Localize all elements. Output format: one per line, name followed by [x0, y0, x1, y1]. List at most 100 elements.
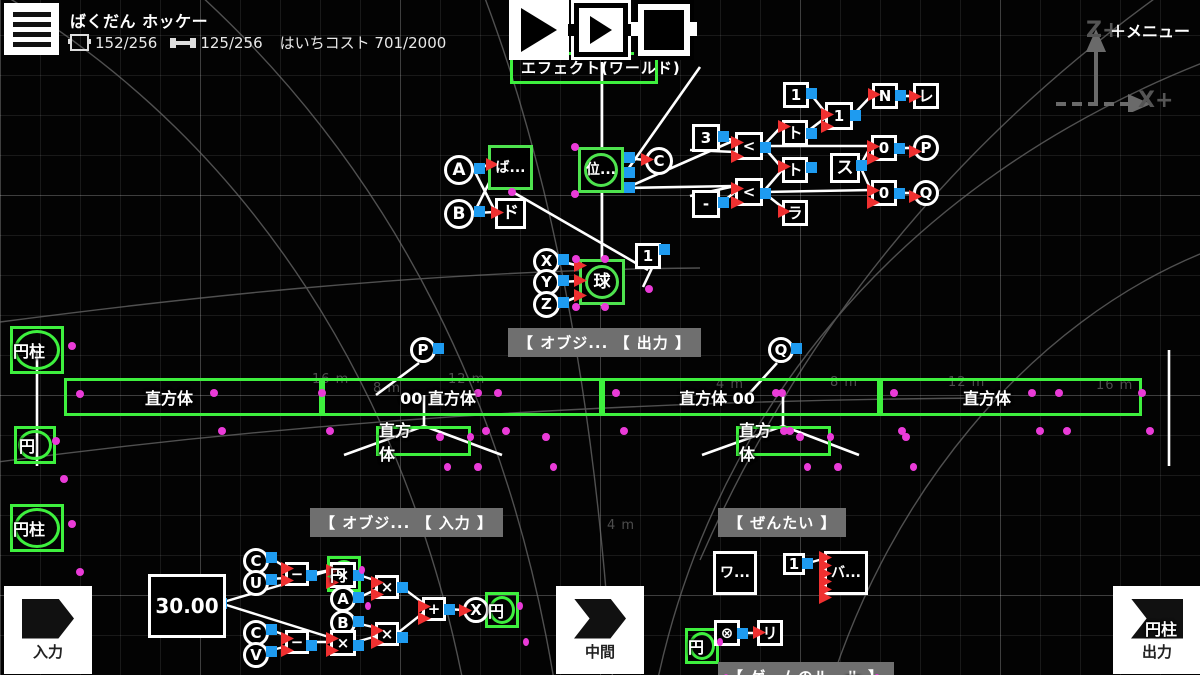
node-output-port[interactable] — [353, 616, 364, 627]
menu-button[interactable]: ＋メニュー — [1110, 18, 1190, 42]
node-output-port[interactable] — [806, 128, 817, 139]
node-output-port[interactable] — [894, 143, 905, 154]
node-pin[interactable] — [601, 303, 609, 311]
node-pin[interactable] — [508, 188, 516, 196]
object-pin[interactable] — [365, 602, 371, 610]
object-pin[interactable] — [318, 389, 326, 397]
graph-node[interactable]: 位... — [578, 147, 624, 193]
node-output-port[interactable] — [659, 244, 670, 255]
node-output-port[interactable] — [266, 624, 277, 635]
node-output-port[interactable] — [266, 552, 277, 563]
graph-node[interactable]: A — [444, 155, 474, 185]
node-output-port[interactable] — [895, 90, 906, 101]
node-output-port[interactable] — [624, 182, 635, 193]
editor-canvas[interactable]: 16 m 12 m8 m4 m8 m 12 m 16 m4 m 円柱 円 円柱 … — [0, 0, 1200, 675]
node-output-port[interactable] — [806, 88, 817, 99]
node-output-port[interactable] — [353, 592, 364, 603]
node-output-port[interactable] — [737, 628, 748, 639]
object-pin[interactable] — [611, 389, 620, 397]
object-pin[interactable] — [76, 390, 84, 398]
object-pin[interactable] — [76, 568, 84, 576]
object-pin[interactable] — [501, 427, 510, 435]
graph-node[interactable]: - — [692, 190, 720, 218]
node-output-port[interactable] — [760, 188, 771, 199]
object-pin[interactable] — [68, 520, 76, 528]
node-output-port[interactable] — [306, 640, 317, 651]
node-output-port[interactable] — [624, 152, 635, 163]
object-pin[interactable] — [493, 389, 502, 397]
stop-button[interactable] — [631, 0, 697, 60]
node-output-port[interactable] — [266, 646, 277, 657]
object-pin[interactable] — [443, 463, 452, 471]
object-pin[interactable] — [60, 475, 68, 483]
node-output-port[interactable] — [558, 254, 569, 265]
graph-node[interactable]: P — [913, 135, 939, 161]
object-pin[interactable] — [52, 437, 60, 445]
hamburger-menu-button[interactable] — [4, 3, 59, 55]
node-pin[interactable] — [571, 143, 579, 151]
node-output-port[interactable] — [444, 604, 455, 615]
object-pin[interactable] — [1146, 427, 1154, 435]
object-pin[interactable] — [474, 463, 482, 471]
step-play-button[interactable] — [568, 0, 634, 60]
object-pin[interactable] — [523, 638, 529, 646]
node-output-port[interactable] — [558, 297, 569, 308]
graph-node[interactable]: Q — [913, 180, 939, 206]
object-pin[interactable] — [902, 433, 910, 441]
graph-node[interactable]: 3 — [692, 124, 720, 152]
node-output-port[interactable] — [760, 142, 771, 153]
object-pin[interactable] — [549, 463, 558, 471]
graph-node[interactable]: ト — [782, 120, 808, 146]
object-pin[interactable] — [796, 433, 804, 441]
value-node[interactable]: 30.00 — [148, 574, 226, 638]
node-output-port[interactable] — [806, 162, 817, 173]
object-pin[interactable] — [436, 433, 444, 441]
node-output-port[interactable] — [397, 582, 408, 593]
node-output-port[interactable] — [474, 163, 485, 174]
object-pin[interactable] — [326, 427, 334, 435]
object-pin[interactable] — [68, 342, 76, 350]
palette-button-input[interactable]: 入力 — [4, 586, 92, 674]
node-output-port[interactable] — [894, 188, 905, 199]
node-pin[interactable] — [572, 303, 580, 311]
graph-node[interactable]: B — [444, 199, 474, 229]
node-output-port[interactable] — [718, 131, 729, 142]
graph-node[interactable]: 1 — [635, 243, 661, 269]
node-output-port[interactable] — [718, 197, 729, 208]
graph-node[interactable]: ワ... — [713, 551, 757, 595]
object-pin[interactable] — [517, 602, 523, 610]
object-pin[interactable] — [542, 433, 550, 441]
graph-node[interactable]: ば... — [488, 145, 533, 190]
node-pin[interactable] — [572, 255, 580, 263]
object-pin[interactable] — [1138, 389, 1146, 397]
node-output-port[interactable] — [856, 160, 867, 171]
graph-node-label: × — [380, 624, 394, 643]
node-pin[interactable] — [571, 190, 579, 198]
node-output-port[interactable] — [266, 574, 277, 585]
graph-node-label: 1 — [642, 246, 654, 265]
object-pin[interactable] — [481, 427, 490, 435]
node-output-port[interactable] — [850, 110, 861, 121]
graph-node[interactable]: ト — [782, 157, 808, 183]
node-output-port[interactable] — [802, 558, 813, 569]
node-pin[interactable] — [601, 255, 609, 263]
object-pin[interactable] — [359, 566, 365, 574]
palette-button-intermediate[interactable]: 中間 — [556, 586, 644, 674]
object-pin[interactable] — [619, 427, 628, 435]
node-output-port[interactable] — [624, 167, 635, 178]
play-button[interactable] — [509, 0, 569, 60]
node-output-port[interactable] — [474, 206, 485, 217]
node-output-port[interactable] — [306, 570, 317, 581]
object-pin[interactable] — [889, 389, 898, 397]
node-output-port[interactable] — [353, 640, 364, 651]
node-output-port[interactable] — [433, 343, 444, 354]
node-output-port[interactable] — [558, 275, 569, 286]
graph-node-label: Z — [541, 295, 552, 313]
node-output-port[interactable] — [791, 343, 802, 354]
object-pin[interactable] — [834, 463, 842, 471]
node-output-port[interactable] — [397, 632, 408, 643]
object-pin[interactable] — [909, 463, 918, 471]
node-pin[interactable] — [645, 285, 653, 293]
graph-node[interactable]: Z — [533, 291, 560, 318]
object-pin[interactable] — [803, 463, 812, 471]
